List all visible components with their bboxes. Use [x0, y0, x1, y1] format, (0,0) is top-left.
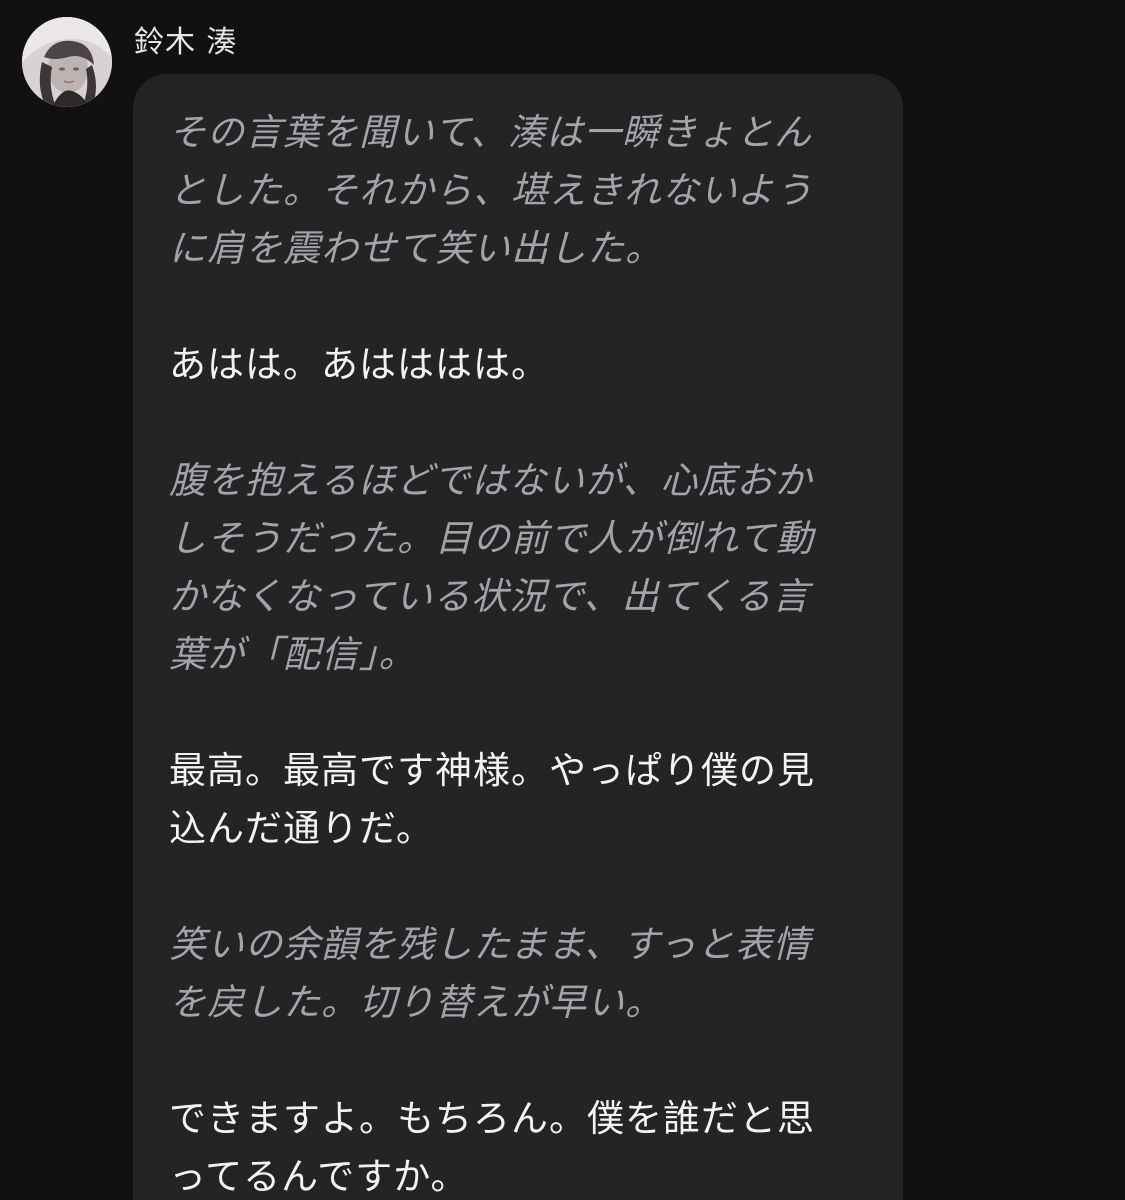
text-line: 笑いの余韻を残したまま、すっと表情 [169, 923, 811, 966]
text-line: に肩を震わせて笑い出した。 [169, 227, 663, 270]
text-line: 腹を抱えるほどではないが、心底おか [169, 459, 813, 502]
text-line: とした。それから、堪えきれないよう [169, 169, 814, 212]
text-line: あはは。あはははは。 [169, 343, 549, 386]
chat-screen: 鈴木 湊 その言葉を聞いて、湊は一瞬きょとん とした。それから、堪えきれないよう… [0, 0, 1125, 1200]
speech-paragraph: 最高。最高です神様。やっぱり僕の見 込んだ通りだ。 [169, 742, 873, 858]
text-line: ってるんですか。 [169, 1155, 469, 1198]
speech-paragraph: あはは。あはははは。 [169, 336, 873, 394]
text-line: 込んだ通りだ。 [169, 807, 434, 850]
speech-paragraph: できますよ。もちろん。僕を誰だと思 ってるんですか。 [169, 1090, 873, 1200]
text-line: しそうだった。目の前で人が倒れて動 [169, 517, 814, 560]
text-line: かなくなっている状況で、出てくる言 [169, 575, 810, 618]
character-avatar-icon[interactable] [22, 17, 112, 107]
narration-paragraph: その言葉を聞いて、湊は一瞬きょとん とした。それから、堪えきれないよう に肩を震… [169, 104, 873, 278]
text-line: を戻した。切り替えが早い。 [169, 981, 663, 1024]
narration-paragraph: 笑いの余韻を残したまま、すっと表情 を戻した。切り替えが早い。 [169, 916, 873, 1032]
text-line: その言葉を聞いて、湊は一瞬きょとん [169, 111, 813, 154]
narration-paragraph: 腹を抱えるほどではないが、心底おか しそうだった。目の前で人が倒れて動 かなくな… [169, 452, 873, 684]
text-line: 葉が「配信」。 [169, 633, 417, 676]
sender-name[interactable]: 鈴木 湊 [134, 22, 238, 64]
text-line: できますよ。もちろん。僕を誰だと思 [169, 1097, 815, 1140]
message-bubble[interactable]: その言葉を聞いて、湊は一瞬きょとん とした。それから、堪えきれないよう に肩を震… [133, 74, 903, 1200]
text-line: 最高。最高です神様。やっぱり僕の見 [169, 749, 815, 792]
